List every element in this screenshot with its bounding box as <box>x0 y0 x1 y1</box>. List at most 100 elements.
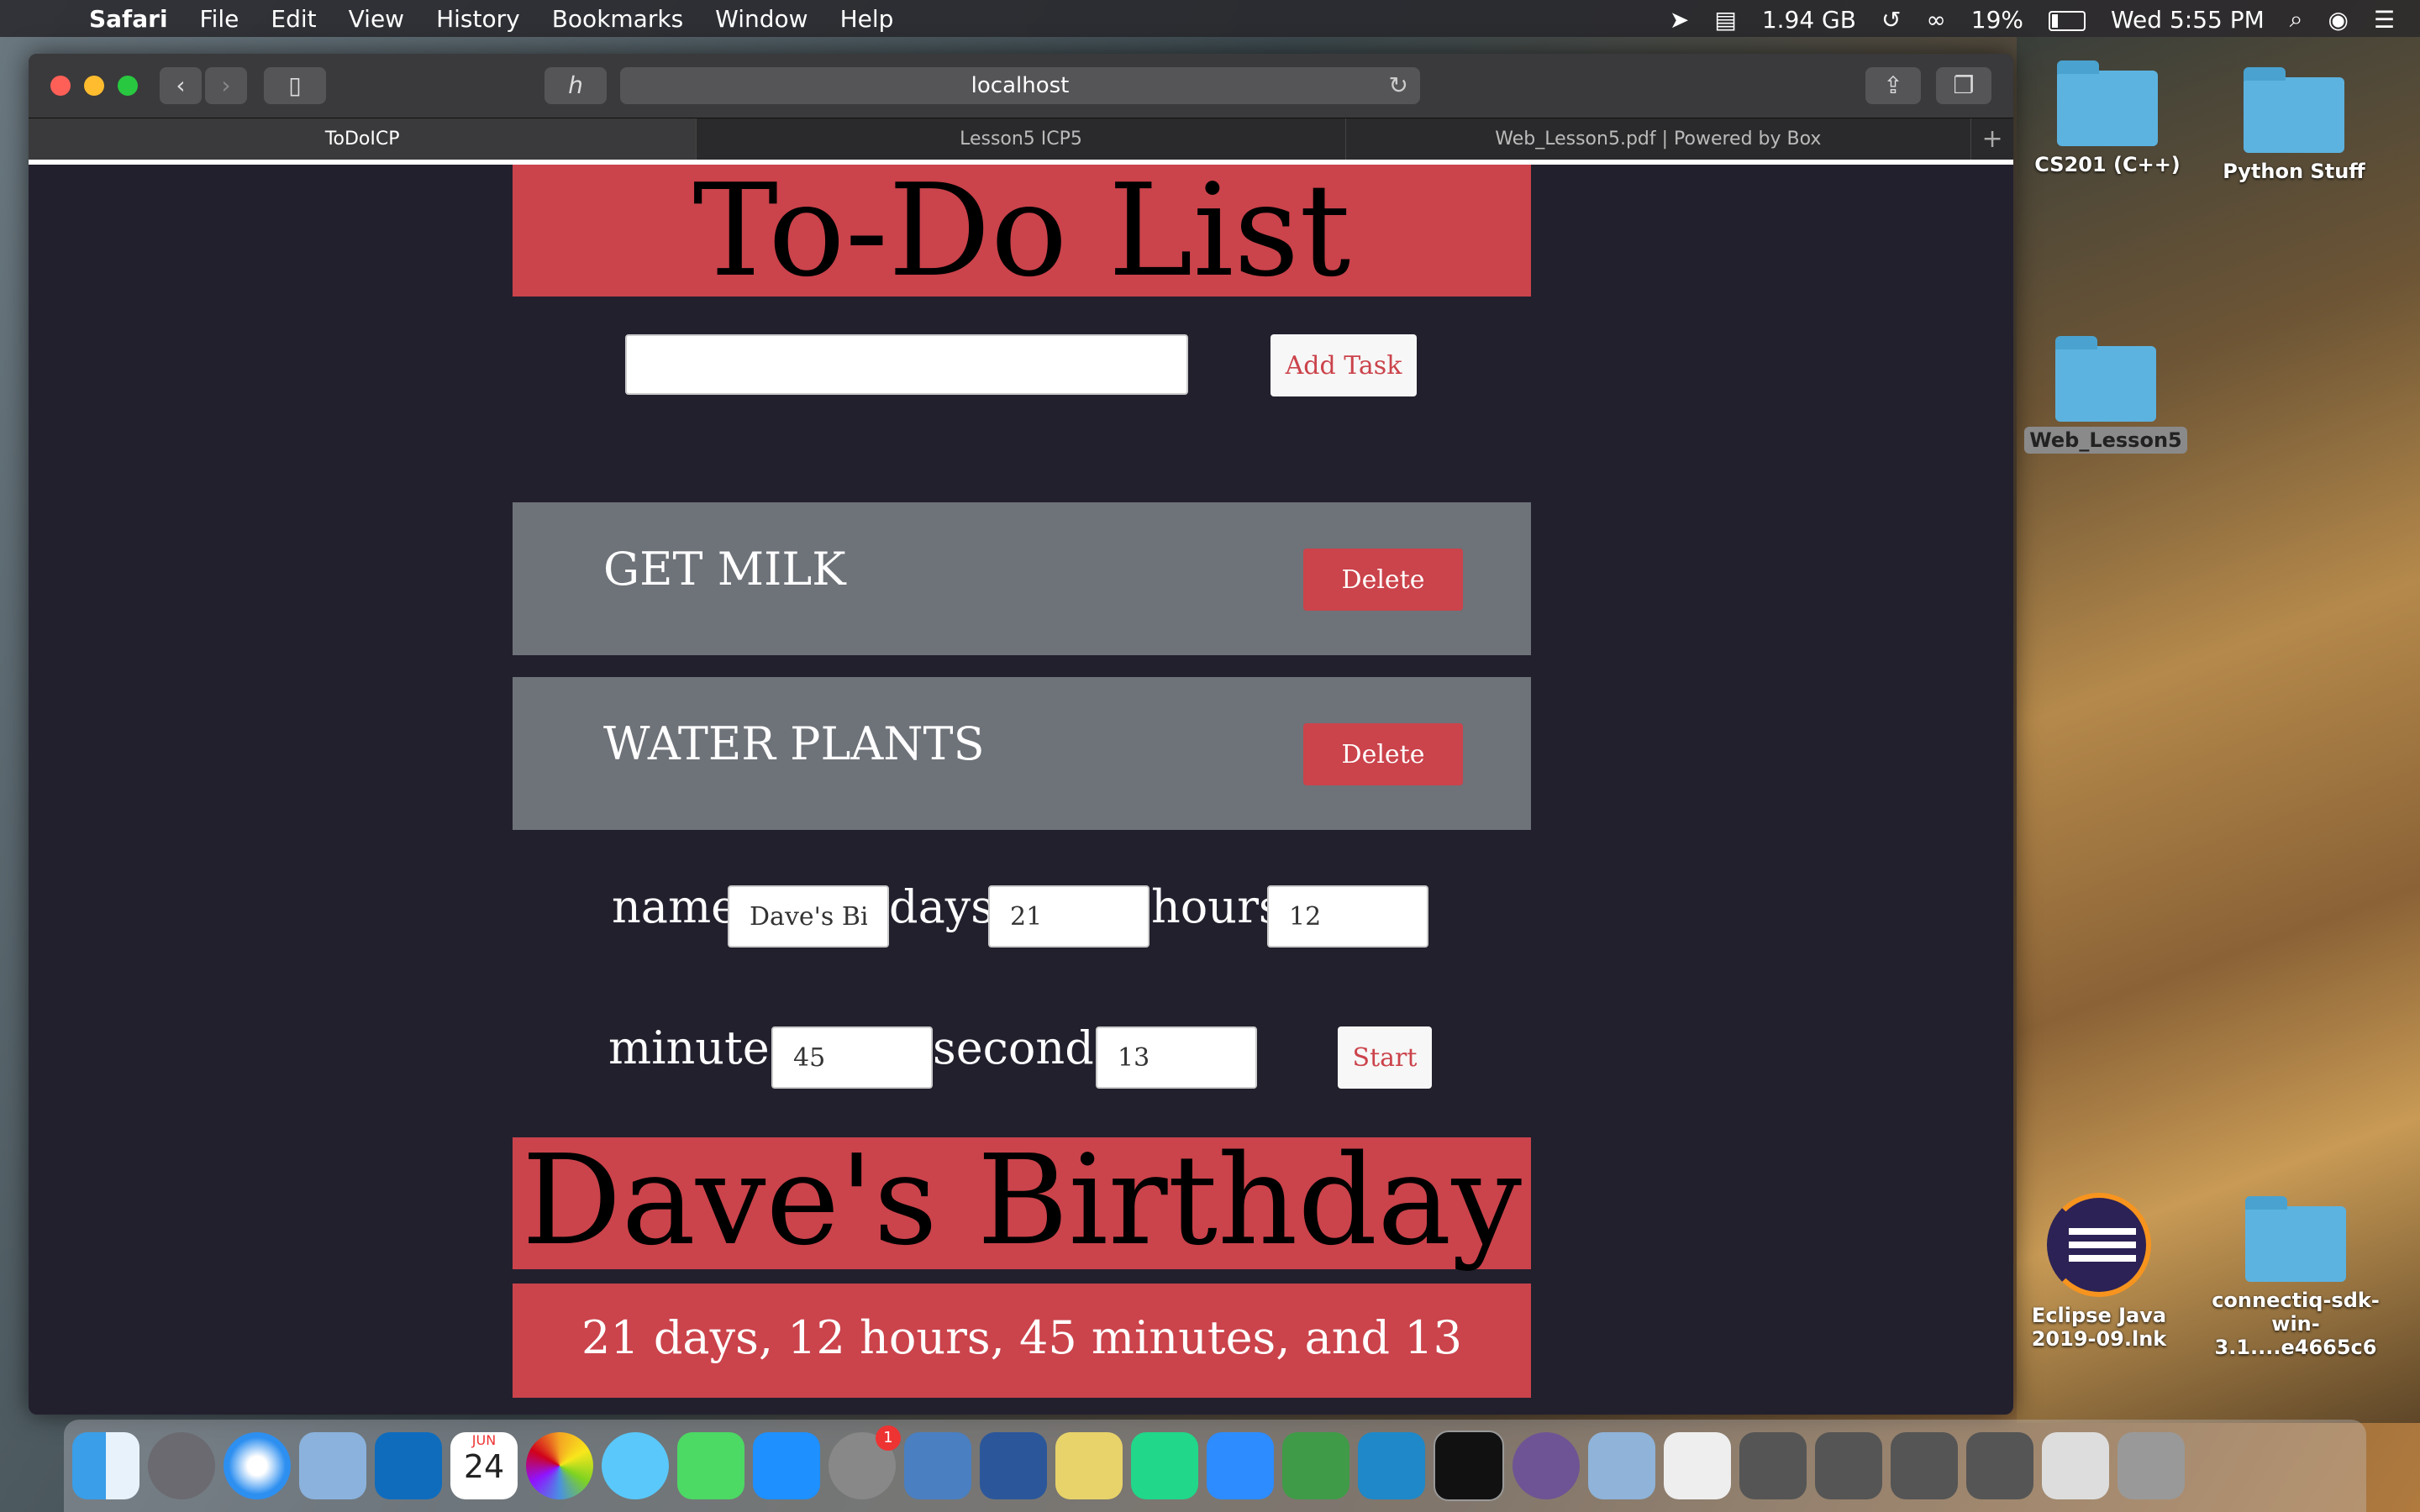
menu-safari[interactable]: Safari <box>89 5 168 33</box>
desktop-folder-connectiq-sdk[interactable]: connectiq-sdk-win-3.1....e4665c6 <box>2212 1196 2380 1359</box>
menu-edit[interactable]: Edit <box>271 5 316 33</box>
webstorm-icon[interactable] <box>1358 1432 1425 1499</box>
app-icon[interactable] <box>1282 1432 1349 1499</box>
task-text: WATER PLANTS <box>603 717 985 770</box>
pycharm-icon[interactable] <box>1131 1432 1198 1499</box>
safari-window: ‹ › ▯ ℎ localhost ↻ ⇪ ❐ ToDoICP Lesson5 … <box>29 54 2013 1415</box>
window-thumbnail[interactable] <box>1891 1432 1958 1499</box>
siri-icon[interactable]: ◉ <box>2328 6 2348 34</box>
window-thumbnail[interactable] <box>1966 1432 2033 1499</box>
calendar-icon[interactable]: JUN 24 <box>450 1432 518 1499</box>
window-thumbnail[interactable] <box>1739 1432 1807 1499</box>
github-desktop-icon[interactable] <box>1512 1432 1580 1499</box>
creative-cloud-icon[interactable]: ∞ <box>1926 6 1945 34</box>
location-icon[interactable]: ➤ <box>1670 6 1689 34</box>
outlook-icon[interactable] <box>375 1432 442 1499</box>
menu-bookmarks[interactable]: Bookmarks <box>552 5 683 33</box>
tab-web-lesson5-pdf[interactable]: Web_Lesson5.pdf | Powered by Box <box>1346 118 1972 160</box>
app-menu: Safari File Edit View History Bookmarks … <box>89 5 893 33</box>
launchpad-icon[interactable] <box>148 1432 215 1499</box>
folder-icon <box>2055 336 2156 422</box>
trash-icon[interactable] <box>2118 1432 2185 1499</box>
zip-file-icon[interactable] <box>1664 1432 1731 1499</box>
desktop-shortcut-eclipse[interactable]: Eclipse Java 2019-09.lnk <box>2015 1193 2183 1351</box>
days-field[interactable] <box>988 885 1150 948</box>
zoom-icon[interactable] <box>1207 1432 1274 1499</box>
tab-overview-icon[interactable]: ❐ <box>1936 67 1991 104</box>
calendar-day: 24 <box>463 1448 505 1485</box>
delete-task-button[interactable]: Delete <box>1303 723 1463 785</box>
back-button[interactable]: ‹ <box>160 67 202 104</box>
zoom-window-button[interactable] <box>118 76 138 96</box>
menu-window[interactable]: Window <box>715 5 808 33</box>
minimize-window-button[interactable] <box>84 76 104 96</box>
share-icon[interactable]: ⇪ <box>1865 67 1921 104</box>
reload-icon[interactable]: ↻ <box>1389 67 1408 104</box>
minutes-field[interactable] <box>771 1026 933 1089</box>
parallels-icon[interactable] <box>904 1432 971 1499</box>
toolbar: ‹ › ▯ ℎ localhost ↻ ⇪ ❐ <box>29 54 2013 118</box>
task-text: GET MILK <box>603 543 846 596</box>
new-tab-button[interactable]: + <box>1971 118 2013 160</box>
desktop-icon-label: Python Stuff <box>2223 160 2365 183</box>
macos-menubar: Safari File Edit View History Bookmarks … <box>0 0 2420 37</box>
desktop-icon-label: Eclipse Java 2019-09.lnk <box>2031 1304 2167 1351</box>
seconds-field[interactable] <box>1096 1026 1257 1089</box>
facetime-icon[interactable] <box>677 1432 744 1499</box>
page-title: To-Do List <box>513 165 1531 297</box>
folder-icon <box>2057 60 2158 146</box>
window-thumbnail[interactable] <box>1815 1432 1882 1499</box>
window-thumbnail[interactable] <box>2042 1432 2109 1499</box>
tab-todoicp[interactable]: ToDoICP <box>29 118 697 160</box>
app-store-icon[interactable] <box>753 1432 820 1499</box>
finder-icon[interactable] <box>72 1432 139 1499</box>
safari-icon[interactable] <box>224 1432 291 1499</box>
terminal-icon[interactable] <box>1434 1431 1504 1501</box>
mail-stamp-icon[interactable] <box>299 1432 366 1499</box>
menu-help[interactable]: Help <box>840 5 894 33</box>
forward-button[interactable]: › <box>205 67 247 104</box>
hours-field[interactable] <box>1267 885 1428 948</box>
spotlight-search-icon[interactable]: ⌕ <box>2290 5 2303 34</box>
close-window-button[interactable] <box>50 76 71 96</box>
desktop-folder-web-lesson5[interactable]: Web_Lesson5 <box>2022 336 2190 454</box>
eclipse-icon <box>2047 1193 2151 1297</box>
notification-center-icon[interactable]: ☰ <box>2374 6 2395 34</box>
menu-view[interactable]: View <box>349 5 404 33</box>
desktop-folder-cs201[interactable]: CS201 (C++) <box>2023 60 2191 176</box>
system-preferences-icon[interactable]: 1 <box>829 1425 901 1499</box>
tab-lesson5-icp5[interactable]: Lesson5 ICP5 <box>697 118 1346 160</box>
folder-icon <box>2244 67 2344 153</box>
status-area: ➤ ▤ 1.94 GB ↺ ∞ 19% Wed 5:55 PM ⌕ ◉ ☰ <box>1670 5 2395 34</box>
desktop-icon-label: connectiq-sdk-win-3.1....e4665c6 <box>2212 1289 2380 1359</box>
memory-icon[interactable]: ▤ <box>1714 6 1736 34</box>
task-item: WATER PLANTS Delete <box>513 677 1531 830</box>
clock[interactable]: Wed 5:55 PM <box>2111 6 2265 34</box>
url-text: localhost <box>971 73 1070 98</box>
battery-icon[interactable] <box>2049 11 2086 31</box>
time-machine-icon[interactable]: ↺ <box>1881 6 1901 34</box>
photos-icon[interactable] <box>526 1432 593 1499</box>
menu-history[interactable]: History <box>436 5 520 33</box>
desktop-folder-python-stuff[interactable]: Python Stuff <box>2210 67 2378 183</box>
start-button[interactable]: Start <box>1338 1026 1432 1089</box>
preview-icon[interactable] <box>1588 1432 1655 1499</box>
memory-usage[interactable]: 1.94 GB <box>1762 6 1856 34</box>
notification-badge: 1 <box>876 1425 901 1451</box>
folder-icon <box>2245 1196 2346 1282</box>
task-input[interactable] <box>625 334 1188 395</box>
add-task-button[interactable]: Add Task <box>1270 334 1417 396</box>
messages-icon[interactable] <box>602 1432 669 1499</box>
python-launcher-icon[interactable] <box>1055 1432 1123 1499</box>
task-item: GET MILK Delete <box>513 502 1531 655</box>
event-title: Dave's Birthday <box>513 1137 1531 1269</box>
tab-bar: ToDoICP Lesson5 ICP5 Web_Lesson5.pdf | P… <box>29 118 2013 160</box>
menu-file[interactable]: File <box>200 5 239 33</box>
sidebar-toggle-icon[interactable]: ▯ <box>264 67 326 104</box>
extension-icon[interactable]: ℎ <box>544 67 607 104</box>
event-name-field[interactable] <box>728 885 889 948</box>
word-icon[interactable] <box>980 1432 1047 1499</box>
delete-task-button[interactable]: Delete <box>1303 549 1463 611</box>
address-bar[interactable]: localhost ↻ <box>620 67 1420 104</box>
desktop-icon-label: CS201 (C++) <box>2034 153 2181 176</box>
